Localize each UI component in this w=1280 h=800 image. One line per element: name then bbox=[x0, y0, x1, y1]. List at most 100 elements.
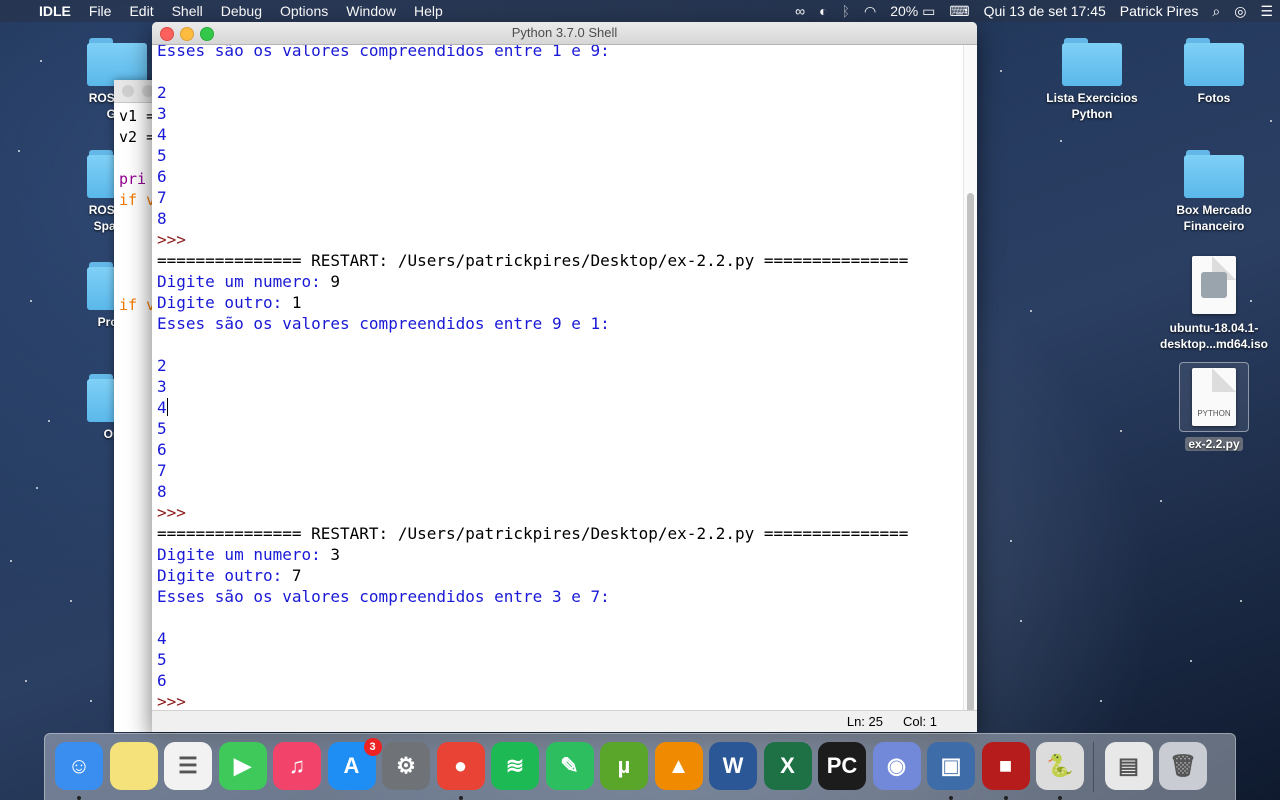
shell-output-line: 7 bbox=[157, 460, 167, 481]
star bbox=[48, 420, 50, 422]
photo-booth-icon[interactable]: ■ bbox=[981, 742, 1030, 790]
siri-icon[interactable]: ◎ bbox=[1227, 0, 1253, 22]
column-number: Col: 1 bbox=[903, 714, 937, 729]
desktop-folder-fotos[interactable]: Fotos bbox=[1159, 38, 1269, 106]
code-line: if v bbox=[119, 296, 156, 314]
shell-output-line: 6 bbox=[157, 670, 167, 691]
battery-status[interactable]: 20% ▭ bbox=[883, 0, 942, 22]
vertical-scrollbar[interactable] bbox=[963, 45, 977, 729]
dock-separator bbox=[1092, 742, 1094, 792]
evernote-icon[interactable]: ✎ bbox=[545, 742, 594, 790]
notes-icon[interactable] bbox=[109, 742, 158, 790]
shell-output-line: Digite outro: 1 bbox=[157, 292, 302, 313]
shell-prompt: >>> bbox=[157, 691, 196, 711]
pycharm-icon[interactable]: PC bbox=[818, 742, 866, 790]
dock: ☺ ☰ ▶ ♫ A 3 ⚙ ● ≋ ✎ µ ▲ W X PC ◉ ▣ ■ 🐍 ▤ 🗑 bbox=[44, 733, 1236, 800]
close-button[interactable] bbox=[122, 85, 134, 97]
screenshot-folder-icon[interactable]: ▤ bbox=[1104, 742, 1153, 790]
user-input: 1 bbox=[291, 293, 302, 312]
itunes-icon[interactable]: ♫ bbox=[273, 742, 321, 790]
line-text: Digite outro: bbox=[157, 566, 292, 585]
battery-icon: ▭ bbox=[922, 3, 936, 19]
line-text: =============== RESTART: /Users/patrickp… bbox=[157, 251, 909, 270]
shell-output-line: 5 bbox=[157, 418, 167, 439]
desktop-folder-box-mercado[interactable]: Box Mercado Financeiro bbox=[1159, 150, 1269, 234]
shell-output-line: 2 bbox=[157, 82, 167, 103]
window-titlebar[interactable]: Python 3.7.0 Shell bbox=[152, 22, 977, 45]
shell-output-line: 8 bbox=[157, 481, 167, 502]
shell-output-line: Digite um numero: 3 bbox=[157, 544, 340, 565]
facetime-icon[interactable]: ▶ bbox=[218, 742, 267, 790]
bluetooth-icon[interactable]: ᛒ bbox=[835, 0, 857, 22]
desktop-folder-lista-exercicios[interactable]: Lista Exercicios Python bbox=[1037, 38, 1147, 122]
desktop-file-ubuntu-iso[interactable]: ubuntu-18.04.1- desktop...md64.iso bbox=[1159, 256, 1269, 352]
line-text: 5 bbox=[157, 419, 167, 438]
line-text: 6 bbox=[157, 671, 167, 690]
line-text: =============== RESTART: /Users/patrickp… bbox=[157, 524, 909, 543]
text-cursor bbox=[166, 398, 168, 416]
user-menu[interactable]: Patrick Pires bbox=[1113, 0, 1206, 22]
star bbox=[10, 560, 12, 562]
shell-output-line: 3 bbox=[157, 376, 167, 397]
virtualbox-icon[interactable]: ▣ bbox=[927, 742, 975, 790]
star bbox=[1270, 120, 1272, 122]
clock[interactable]: Qui 13 de set 17:45 bbox=[977, 0, 1113, 22]
python-launcher-icon[interactable]: 🐍 bbox=[1036, 742, 1084, 790]
utorrent-icon[interactable]: µ bbox=[600, 742, 648, 790]
chrome-icon[interactable]: ● bbox=[436, 742, 485, 790]
shell-text-area[interactable]: Esses são os valores compreendidos entre… bbox=[152, 45, 964, 711]
word-icon[interactable]: W bbox=[709, 742, 757, 790]
menu-window[interactable]: Window bbox=[337, 0, 405, 22]
menu-help[interactable]: Help bbox=[405, 0, 452, 22]
line-text: Esses são os valores compreendidos entre… bbox=[157, 45, 610, 60]
star bbox=[1020, 620, 1022, 622]
python-shell-window[interactable]: Python 3.7.0 Shell Esses são os valores … bbox=[152, 22, 977, 732]
keyboard-icon[interactable]: ⌨ bbox=[942, 0, 976, 22]
trash-icon[interactable]: 🗑 bbox=[1159, 742, 1207, 790]
running-indicator bbox=[949, 796, 953, 800]
line-text: Esses são os valores compreendidos entre… bbox=[157, 314, 610, 333]
finder-icon[interactable]: ☺ bbox=[55, 742, 103, 790]
spotlight-search-icon[interactable]: ⌕ bbox=[1205, 0, 1227, 22]
reminders-icon[interactable]: ☰ bbox=[164, 742, 212, 790]
close-button[interactable] bbox=[160, 27, 174, 41]
restart-banner: =============== RESTART: /Users/patrickp… bbox=[157, 250, 908, 271]
line-text: 2 bbox=[157, 83, 167, 102]
menu-shell[interactable]: Shell bbox=[163, 0, 212, 22]
minimize-button[interactable] bbox=[180, 27, 194, 41]
user-input: 9 bbox=[330, 272, 341, 291]
menu-file[interactable]: File bbox=[80, 0, 121, 22]
menu-edit[interactable]: Edit bbox=[120, 0, 162, 22]
app-menu[interactable]: IDLE bbox=[30, 0, 80, 22]
shell-prompt: >>> bbox=[157, 502, 196, 523]
line-text: 5 bbox=[157, 650, 167, 669]
line-text: Digite outro: bbox=[157, 293, 292, 312]
menu-options[interactable]: Options bbox=[271, 0, 337, 22]
system-preferences-icon[interactable]: ⚙ bbox=[382, 742, 430, 790]
app-store-icon[interactable]: A3 bbox=[327, 738, 382, 790]
line-text: 4 bbox=[157, 125, 167, 144]
shell-output-line: 5 bbox=[157, 145, 167, 166]
menu-debug[interactable]: Debug bbox=[212, 0, 271, 22]
desktop-file-ex-2-2-py[interactable]: PYTHON ex-2.2.py bbox=[1159, 362, 1269, 452]
discord-icon[interactable]: ◉ bbox=[872, 742, 921, 790]
vlc-icon[interactable]: ▲ bbox=[654, 742, 703, 790]
notification-center-icon[interactable]: ☰ bbox=[1253, 0, 1280, 22]
zoom-button[interactable] bbox=[200, 27, 214, 41]
shell-output-line: 2 bbox=[157, 355, 167, 376]
shell-output-line: 8 bbox=[157, 208, 167, 229]
shell-output-line: Esses são os valores compreendidos entre… bbox=[157, 586, 610, 607]
line-text: 5 bbox=[157, 146, 167, 165]
creative-cloud-icon[interactable]: ∞ bbox=[788, 0, 812, 22]
running-indicator bbox=[77, 796, 81, 800]
line-text: 6 bbox=[157, 167, 167, 186]
user-input: 7 bbox=[291, 566, 302, 585]
scrollbar-thumb[interactable] bbox=[967, 193, 974, 729]
line-text: 3 bbox=[157, 377, 167, 396]
excel-icon[interactable]: X bbox=[763, 742, 812, 790]
spotify-icon[interactable]: ≋ bbox=[491, 742, 539, 790]
shell-output-line: Esses são os valores compreendidos entre… bbox=[157, 45, 610, 61]
sync-icon[interactable]: ◐ bbox=[812, 0, 834, 22]
wifi-icon[interactable]: ◠ bbox=[857, 0, 883, 22]
disk-image-icon bbox=[1192, 256, 1236, 314]
